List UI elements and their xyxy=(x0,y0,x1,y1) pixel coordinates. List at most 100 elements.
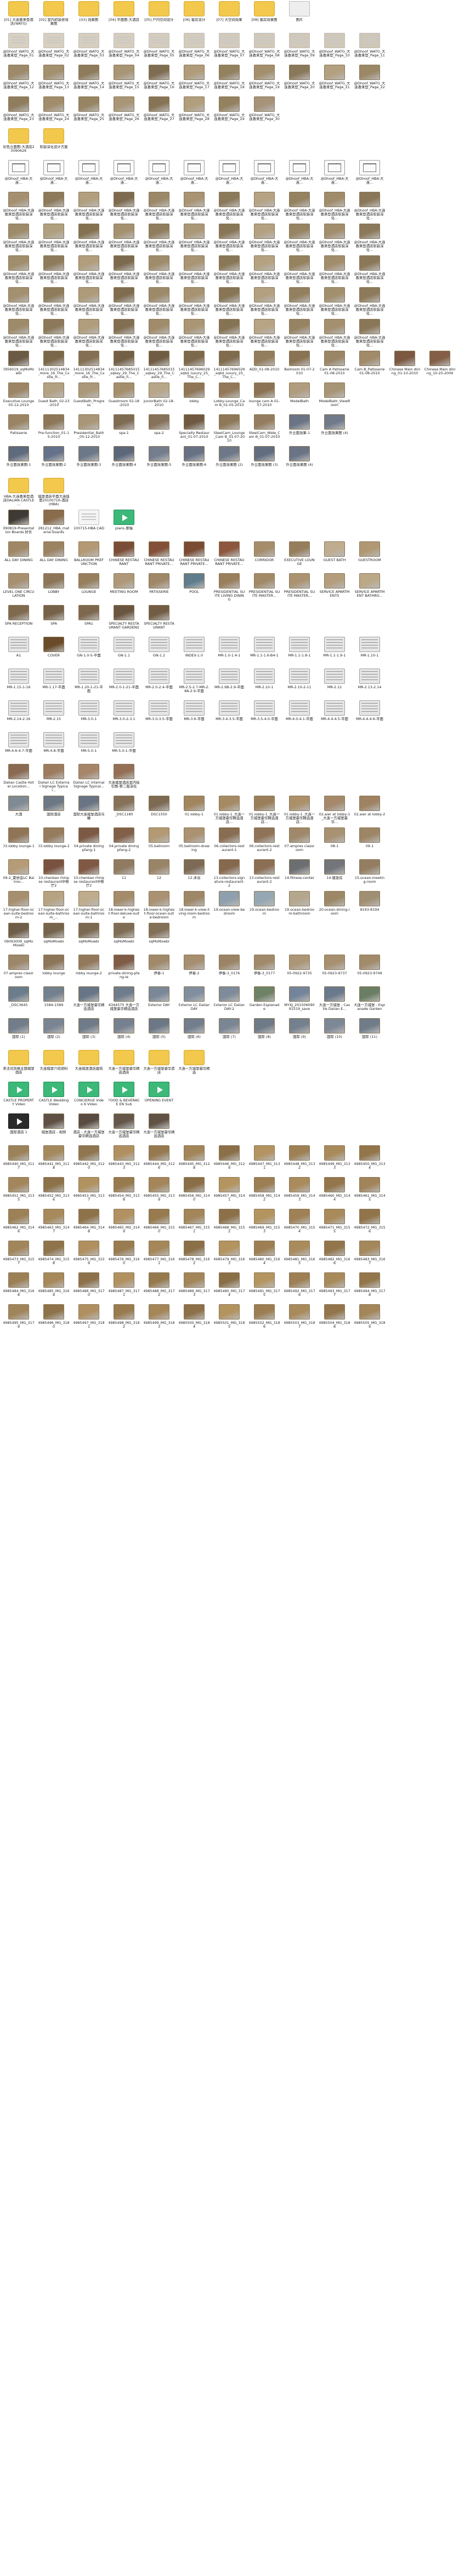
file-item[interactable]: Exterior LC Dalian DAY xyxy=(179,986,209,1015)
file-item[interactable]: @Dhoof_HBA-大连喜来登酒店软装深化... xyxy=(144,224,174,252)
file-item[interactable]: MR-3.0-3.5-平面 xyxy=(144,700,174,729)
file-item[interactable]: CASTLE PROPERTY Video xyxy=(3,1082,34,1110)
file-item[interactable]: @Dhoof_WATG_大连喜来登_Page_15 xyxy=(109,65,139,93)
file-item[interactable]: 4985502_MG_3186 xyxy=(249,1304,280,1333)
file-item[interactable]: 20.ocean-dining-room xyxy=(319,891,350,919)
file-item[interactable]: PRESIDENTIAL SUITE LIVING DINING xyxy=(214,573,245,602)
file-item[interactable]: Chinese Main dining_01-10-2010 xyxy=(389,351,420,379)
file-item[interactable]: @Dhoof_HBA-大连喜来登酒店软装深化... xyxy=(354,255,385,284)
file-item[interactable]: 国际 (11) xyxy=(354,1018,385,1047)
file-item[interactable]: 国际酒店 1 xyxy=(3,1113,34,1142)
file-item[interactable]: @Dhoof_HBA-大连喜来登酒店软装深化... xyxy=(319,255,350,284)
file-item[interactable]: 09-2_夏依会LC Ballroo... xyxy=(3,859,34,888)
file-item[interactable]: 彩色立面图-大酒店20090626 xyxy=(3,128,34,157)
file-item[interactable]: 4985475_MG_3159 xyxy=(73,1241,104,1269)
file-item[interactable]: 1584-1589 xyxy=(38,986,69,1015)
file-item[interactable]: INDEX-1.0 xyxy=(179,637,209,665)
file-item[interactable]: MR-1.1-1.9-1 xyxy=(319,637,350,665)
file-item[interactable]: CHINESE RESTAURANT xyxy=(109,541,139,570)
file-item[interactable]: 4985483_MG_3167 xyxy=(354,1241,385,1269)
file-item[interactable]: @Dhoof_WATG_大连喜来登_Page_07 xyxy=(214,33,245,61)
file-item[interactable]: GN-1.0-5-平面 xyxy=(73,637,104,665)
file-item[interactable]: @Dhoof_WATG_大连喜来登_Page_21 xyxy=(319,65,350,93)
file-item[interactable]: 外立面效果图 (3) xyxy=(249,446,280,475)
file-item[interactable]: MR-1.17-平面 xyxy=(38,669,69,697)
file-item[interactable]: 8193-8194 xyxy=(354,891,385,919)
file-item[interactable]: 国际 (2) xyxy=(38,1018,69,1047)
file-item[interactable]: @Dhoof_HBA-大连喜来登酒店软装深化... xyxy=(3,319,34,347)
file-item[interactable]: spa-1 xyxy=(109,414,139,443)
file-item[interactable]: 06.collectors-restaurant-2 xyxy=(249,827,280,856)
file-item[interactable]: @Dhoof_HBA-大连喜来登酒店软装深化... xyxy=(38,319,69,347)
file-item[interactable]: @Dhoof_HBA-大连喜来登酒店软装深化... xyxy=(38,287,69,316)
file-item[interactable]: 04.private dining pfang-2 xyxy=(109,827,139,856)
file-item[interactable]: PRESIDENTIAL SUITE MASTER... xyxy=(284,573,315,602)
file-item[interactable]: Lobby-Lounge_Cam B_01-05-2010 xyxy=(214,382,245,411)
file-item[interactable]: 4985493_MG_3177 xyxy=(319,1272,350,1301)
file-item[interactable]: Dalian LC Internal Signage Typical... xyxy=(73,764,104,792)
file-item[interactable]: 4985449_MG_3133 xyxy=(319,1145,350,1174)
file-item[interactable]: SERVICE APARTMENTS xyxy=(319,573,350,602)
file-item[interactable]: @Dhoof_HBA-大连喜来登酒店软装深化... xyxy=(38,224,69,252)
file-item[interactable]: MR-2.10-2-11 xyxy=(284,669,315,697)
file-item[interactable]: 4985481_MG_3165 xyxy=(284,1241,315,1269)
file-item[interactable]: MR-2.9B-2.9-平面 xyxy=(214,669,245,697)
file-item[interactable]: MR-2.15 xyxy=(38,700,69,729)
file-item[interactable]: 4985486_MG_3170 xyxy=(73,1272,104,1301)
file-item[interactable]: 4985446_MG_3129 xyxy=(214,1145,245,1174)
file-item[interactable]: @Dhoof_HBA-大连喜来登酒店软装深化... xyxy=(144,287,174,316)
file-item[interactable]: [01] 大连喜来登酒店(WATG) xyxy=(3,1,34,30)
file-item[interactable]: @Dhoof_HBA-大连... xyxy=(249,160,280,189)
file-item[interactable]: GN-1.1 xyxy=(109,637,139,665)
file-item[interactable]: 外立面效果图-4 xyxy=(109,446,139,475)
file-item[interactable]: @Dhoof_HBA-大连喜来登酒店软装深化... xyxy=(284,224,315,252)
file-item[interactable]: 外立面效果图-6 xyxy=(179,446,209,475)
file-item[interactable]: @Dhoof_HBA-大连喜来登酒店软装深化... xyxy=(144,255,174,284)
file-item[interactable]: @Dhoof_WATG_大连喜来登_Page_01 xyxy=(3,33,34,61)
file-item[interactable]: @Dhoof_HBA-大连喜来登酒店软装深化... xyxy=(73,319,104,347)
file-item[interactable]: 城堡酒店 - 视频 xyxy=(38,1113,69,1142)
file-item[interactable]: 大连城堡酒店室内指引图-第二版深化 xyxy=(109,764,139,792)
file-item[interactable]: @Dhoof_HBA-大连喜来登酒店软装深化... xyxy=(249,224,280,252)
file-item[interactable]: 国际 (4) xyxy=(109,1018,139,1047)
file-item[interactable]: 4985491_MG_3175 xyxy=(249,1272,280,1301)
file-item[interactable]: EXECUTIVE LOUNGE xyxy=(284,541,315,570)
file-item[interactable]: 14111457685015_sqkey_29_The_Castle_h... xyxy=(144,351,174,379)
file-item[interactable]: GUEST BATH xyxy=(319,541,350,570)
file-item[interactable]: CASTLE Wedding Video xyxy=(38,1082,69,1110)
file-item[interactable]: SteelCam_Lounge_Cam B_01-07-2010 xyxy=(214,414,245,443)
file-item[interactable]: SteelCam_Wide_Cam B_01-07-2010 xyxy=(249,414,280,443)
file-item[interactable]: Chinese Main dining_10-25-2009 xyxy=(424,351,455,379)
file-item[interactable]: GN-1.2 xyxy=(144,637,174,665)
file-item[interactable]: MR-1.1-1.8-1 xyxy=(284,637,315,665)
file-item[interactable]: SPA1 xyxy=(73,605,104,633)
file-item[interactable]: 伊泰-3_0176 xyxy=(214,955,245,983)
file-item[interactable]: LOUNGE xyxy=(73,573,104,602)
file-item[interactable]: @Dhoof_HBA-大连喜来登酒店软装深化... xyxy=(284,192,315,220)
file-item[interactable]: @Dhoof_WATG_大连喜来登_Page_10 xyxy=(319,33,350,61)
file-item[interactable]: Exterior DAY xyxy=(144,986,174,1015)
file-item[interactable]: @Dhoof_HBA-大连喜来登酒店软装深化... xyxy=(3,287,34,316)
file-item[interactable]: MR-2.13-2.14 xyxy=(354,669,385,697)
file-item[interactable]: 0956019_sqMoMowbi xyxy=(3,351,34,379)
file-item[interactable]: 100715-HBA CAD xyxy=(73,510,104,538)
file-item[interactable]: @Dhoof_HBA-大连喜来登酒店软装深化... xyxy=(73,255,104,284)
file-item[interactable]: 05-0923-9737 xyxy=(319,955,350,983)
file-item[interactable]: COVER xyxy=(38,637,69,665)
file-item[interactable]: 14111457696029_sqbd_luxury_25_The_C... xyxy=(179,351,209,379)
file-item[interactable]: 10.chenbao rhinese restaurant中餐厅2 xyxy=(73,859,104,888)
file-item[interactable]: 4985469_MG_3153 xyxy=(249,1209,280,1237)
file-item[interactable]: @Dhoof_HBA-大连... xyxy=(179,160,209,189)
file-item[interactable]: POOL xyxy=(179,573,209,602)
file-item[interactable]: 伊泰-3_0177 xyxy=(249,955,280,983)
file-item[interactable]: @Dhoof_HBA-大连喜来登酒店软装深化... xyxy=(109,319,139,347)
file-item[interactable]: 酒店 - 大连一方城堡豪华精选酒店 xyxy=(73,1113,104,1142)
file-item[interactable]: MR-5.0-1-平面 xyxy=(109,732,139,761)
file-item[interactable]: MR-5.0-1 xyxy=(73,732,104,761)
file-item[interactable]: 外立面效果图-3 xyxy=(73,446,104,475)
file-item[interactable]: 外立面效果图 (2) xyxy=(214,446,245,475)
file-item[interactable]: MR-1.10-1 xyxy=(354,637,385,665)
file-item[interactable]: MR-2.0-2.4-平面 xyxy=(144,669,174,697)
file-item[interactable]: 12 xyxy=(144,859,174,888)
file-item[interactable]: Cam A Patisserie 01-08-2010 xyxy=(319,351,350,379)
